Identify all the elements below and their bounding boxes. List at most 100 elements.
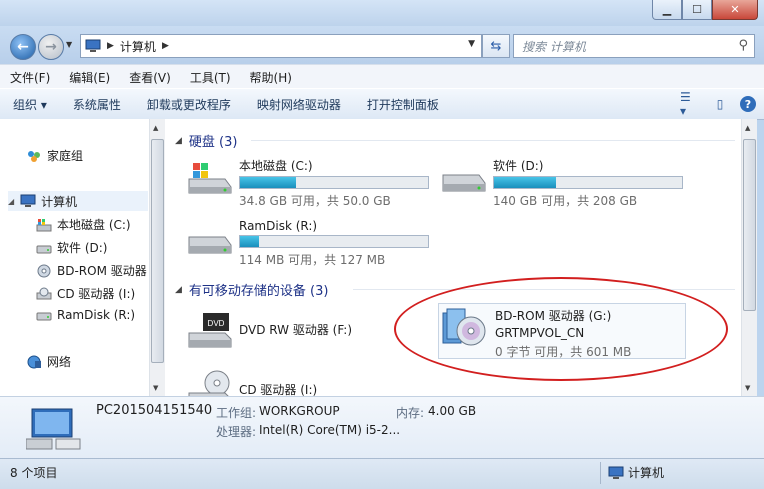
sidebar-item-network[interactable]: 网络 — [26, 353, 71, 370]
status-divider — [600, 462, 601, 484]
cpu-value: Intel(R) Core(TM) i5-2... — [259, 423, 401, 437]
computer-large-icon — [26, 408, 81, 450]
bd-rom-icon — [37, 264, 51, 277]
sidebar-item-label: CD 驱动器 (I:) — [57, 287, 136, 301]
memory-label: 内存: — [396, 406, 425, 420]
drive-size: 34.8 GB 可用，共 50.0 GB — [239, 194, 391, 208]
drive-usage-fill — [240, 236, 259, 247]
back-button[interactable]: ← — [10, 34, 36, 60]
sidebar-item-label: 软件 (D:) — [57, 241, 108, 255]
navigation-pane: 家庭组 ◢ 计算机 本地磁盘 (C:) 软件 (D:) BD-ROM 驱动器 C… — [0, 119, 165, 396]
scroll-up-icon[interactable]: ▲ — [153, 124, 158, 132]
search-input[interactable]: 搜索 计算机 — [522, 38, 586, 55]
open-control-panel-button[interactable]: 打开控制面板 — [354, 96, 452, 113]
maximize-button[interactable]: ☐ — [682, 0, 712, 20]
sidebar-item-homegroup[interactable]: 家庭组 — [26, 147, 83, 164]
navigation-scrollbar-thumb[interactable] — [151, 139, 164, 363]
help-icon[interactable]: ? — [740, 96, 756, 112]
drive-name: 软件 (D:) — [493, 159, 544, 173]
sidebar-item-drive-c[interactable]: 本地磁盘 (C:) — [36, 216, 131, 233]
group-rule — [251, 140, 735, 141]
uninstall-program-button[interactable]: 卸载或更改程序 — [134, 96, 244, 113]
drive-usage-bar — [239, 176, 429, 189]
menu-tools[interactable]: 工具(T) — [180, 69, 240, 86]
address-bar[interactable]: ▶ 计算机 ▶ ▼ — [80, 34, 482, 58]
scroll-up-icon[interactable]: ▲ — [745, 124, 750, 132]
sidebar-item-label: RamDisk (R:) — [57, 308, 136, 322]
toolbar-right: ☰ ▾ ▯ ? — [680, 90, 756, 118]
memory-value: 4.00 GB — [428, 404, 477, 418]
forward-button[interactable]: → — [38, 34, 64, 60]
sidebar-item-bd-rom[interactable]: BD-ROM 驱动器 — [36, 262, 147, 279]
command-bar: 组织 ▾ 系统属性 卸载或更改程序 映射网络驱动器 打开控制面板 ☰ ▾ ▯ ? — [0, 88, 764, 120]
drive-size: 140 GB 可用，共 208 GB — [493, 194, 638, 208]
dvd-rw-drive[interactable]: DVD DVD RW 驱动器 (F:) — [185, 309, 352, 349]
menu-help[interactable]: 帮助(H) — [240, 69, 301, 86]
search-icon[interactable]: ⚲ — [738, 38, 748, 53]
windows-drive-icon — [188, 163, 232, 194]
menu-view[interactable]: 查看(V) — [119, 69, 180, 86]
sidebar-item-ramdisk[interactable]: RamDisk (R:) — [36, 308, 135, 322]
drive-ramdisk[interactable]: RamDisk (R:) 114 MB 可用，共 127 MB — [185, 219, 429, 268]
homegroup-icon — [28, 150, 40, 162]
network-icon — [27, 355, 41, 368]
sidebar-item-drive-d[interactable]: 软件 (D:) — [36, 239, 107, 256]
collapse-arrow-icon[interactable]: ◢ — [8, 197, 14, 206]
windows-drive-icon — [36, 218, 52, 231]
sidebar-item-computer[interactable]: ◢ 计算机 — [8, 191, 148, 211]
drive-usage-fill — [240, 177, 297, 188]
workgroup-value: WORKGROUP — [259, 404, 340, 418]
computer-name: PC201504151540 — [96, 403, 213, 418]
group-hard-disks[interactable]: ◢ 硬盘 (3) — [175, 131, 237, 150]
menu-edit[interactable]: 编辑(E) — [59, 69, 119, 86]
breadcrumb-computer[interactable]: 计算机 — [120, 38, 156, 55]
cd-drive-icon — [36, 287, 52, 299]
content-scrollbar-thumb[interactable] — [743, 139, 756, 311]
address-dropdown-icon[interactable]: ▼ — [468, 39, 475, 49]
status-location: 计算机 — [608, 464, 664, 481]
map-network-drive-button[interactable]: 映射网络驱动器 — [244, 96, 354, 113]
system-properties-button[interactable]: 系统属性 — [60, 96, 134, 113]
menu-file[interactable]: 文件(F) — [0, 69, 59, 86]
breadcrumb-separator-icon[interactable]: ▶ — [107, 41, 114, 51]
workgroup-label: 工作组: — [216, 406, 257, 420]
minimize-button[interactable]: ▁ — [652, 0, 682, 20]
drive-size: 114 MB 可用，共 127 MB — [239, 253, 386, 267]
drive-usage-bar — [239, 235, 429, 248]
dvd-drive-icon: DVD — [188, 313, 232, 348]
recent-pages-dropdown[interactable]: ▼ — [66, 40, 72, 49]
sidebar-item-label: 本地磁盘 (C:) — [57, 218, 131, 232]
group-header: 有可移动存储的设备 (3) — [188, 284, 329, 299]
refresh-button[interactable]: ⇆ — [482, 34, 510, 58]
navigation-bar: ← → ▼ ▶ 计算机 ▶ ▼ ⇆ 搜索 计算机 ⚲ — [0, 26, 764, 64]
drive-name: RamDisk (R:) — [239, 219, 318, 233]
svg-text:DVD: DVD — [208, 319, 225, 328]
sidebar-item-label: 计算机 — [41, 194, 78, 209]
drive-name: 本地磁盘 (C:) — [239, 159, 313, 173]
sidebar-item-label: 网络 — [47, 355, 72, 369]
drive-icon — [36, 245, 52, 253]
drive-d[interactable]: 软件 (D:) 140 GB 可用，共 208 GB — [439, 157, 683, 209]
sidebar-item-cd-drive[interactable]: CD 驱动器 (I:) — [36, 285, 135, 302]
group-collapse-icon[interactable]: ◢ — [175, 285, 182, 295]
close-button[interactable]: ✕ — [712, 0, 758, 20]
drive-icon — [36, 312, 52, 321]
view-options-icon[interactable]: ☰ ▾ — [680, 90, 700, 118]
search-box[interactable]: 搜索 计算机 ⚲ — [513, 34, 755, 58]
breadcrumb-separator-icon[interactable]: ▶ — [162, 41, 169, 51]
sidebar-item-label: 家庭组 — [47, 149, 84, 163]
scroll-down-icon[interactable]: ▼ — [153, 384, 158, 392]
caption-buttons: ▁ ☐ ✕ — [652, 0, 758, 20]
drive-usage-bar — [493, 176, 683, 189]
annotation-circle — [394, 277, 728, 381]
group-removable[interactable]: ◢ 有可移动存储的设备 (3) — [175, 280, 328, 299]
organize-button[interactable]: 组织 ▾ — [0, 96, 60, 113]
preview-pane-icon[interactable]: ▯ — [710, 95, 730, 113]
scroll-down-icon[interactable]: ▼ — [745, 384, 750, 392]
drive-c[interactable]: 本地磁盘 (C:) 34.8 GB 可用，共 50.0 GB — [185, 157, 429, 209]
group-header: 硬盘 (3) — [188, 135, 238, 150]
group-collapse-icon[interactable]: ◢ — [175, 136, 182, 146]
title-bar: ▁ ☐ ✕ — [0, 0, 764, 26]
item-count: 8 个项目 — [10, 466, 58, 480]
computer-icon — [608, 466, 624, 479]
